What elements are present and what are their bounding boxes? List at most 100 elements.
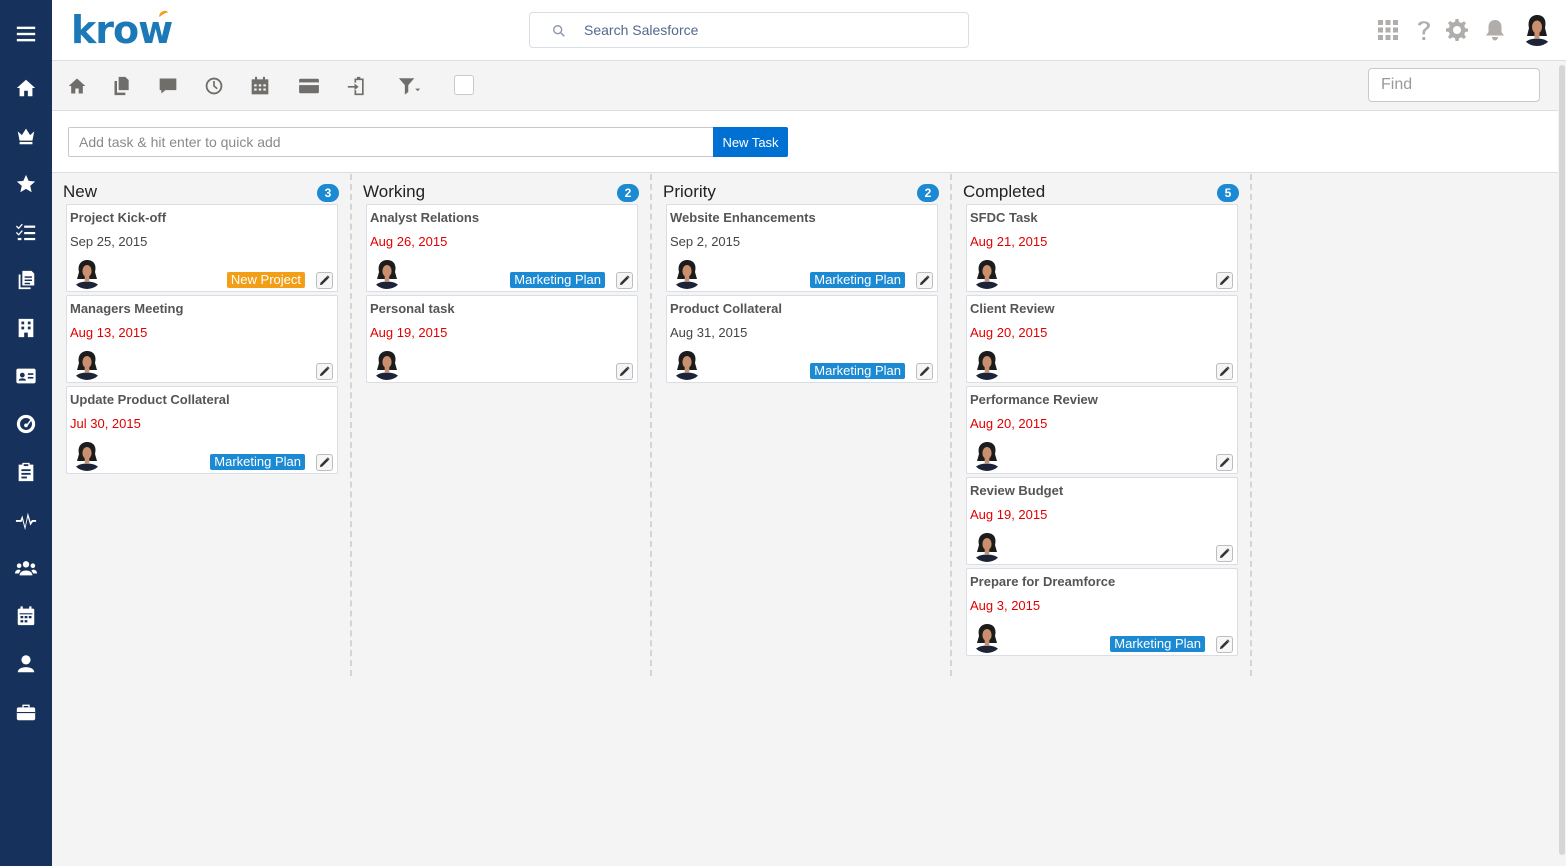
- project-tag[interactable]: Marketing Plan: [810, 363, 905, 379]
- task-title: Website Enhancements: [670, 210, 816, 225]
- clipboard-icon[interactable]: [0, 452, 52, 492]
- edit-pencil-icon[interactable]: [316, 272, 333, 289]
- quick-add-task-input[interactable]: [68, 127, 714, 157]
- task-due-date: Aug 13, 2015: [70, 325, 148, 340]
- project-tag[interactable]: Marketing Plan: [210, 454, 305, 470]
- menu-icon[interactable]: [0, 14, 52, 54]
- project-tag[interactable]: Marketing Plan: [810, 272, 905, 288]
- task-card[interactable]: Client Review Aug 20, 2015: [966, 295, 1238, 383]
- chat-icon[interactable]: [156, 75, 180, 97]
- task-card[interactable]: Project Kick-off Sep 25, 2015 New Projec…: [66, 204, 338, 292]
- building-icon[interactable]: [0, 308, 52, 348]
- assignee-avatar: [671, 348, 703, 380]
- column-title: New: [63, 182, 98, 201]
- assignee-avatar: [971, 257, 1003, 289]
- settings-gear-icon[interactable]: [1445, 18, 1469, 42]
- contact-card-icon[interactable]: [0, 356, 52, 396]
- column-working: Working 2 Analyst Relations Aug 26, 2015…: [352, 174, 652, 676]
- column-title: Priority: [663, 182, 716, 201]
- edit-pencil-icon[interactable]: [1216, 272, 1233, 289]
- help-icon[interactable]: [1412, 18, 1436, 42]
- documents-icon[interactable]: [0, 260, 52, 300]
- task-card[interactable]: Performance Review Aug 20, 2015: [966, 386, 1238, 474]
- edit-pencil-icon[interactable]: [1216, 363, 1233, 380]
- tasks-icon[interactable]: [0, 212, 52, 252]
- global-header: krow Search Salesforce: [52, 0, 1566, 61]
- task-card[interactable]: Personal task Aug 19, 2015: [366, 295, 638, 383]
- task-card[interactable]: Review Budget Aug 19, 2015: [966, 477, 1238, 565]
- new-task-button[interactable]: New Task: [713, 127, 788, 157]
- edit-pencil-icon[interactable]: [616, 272, 633, 289]
- global-search[interactable]: Search Salesforce: [529, 12, 969, 48]
- left-sidebar: [0, 0, 52, 866]
- task-title: Review Budget: [970, 483, 1064, 498]
- page-scrollbar[interactable]: [1558, 61, 1566, 866]
- task-title: SFDC Task: [970, 210, 1038, 225]
- pulse-icon[interactable]: [0, 500, 52, 540]
- task-due-date: Aug 20, 2015: [970, 325, 1048, 340]
- task-card[interactable]: Update Product Collateral Jul 30, 2015 M…: [66, 386, 338, 474]
- scrollbar-thumb[interactable]: [1559, 65, 1565, 855]
- task-card[interactable]: Analyst Relations Aug 26, 2015 Marketing…: [366, 204, 638, 292]
- assignee-avatar: [971, 439, 1003, 471]
- column-count-badge: 5: [1217, 184, 1239, 202]
- export-icon[interactable]: [345, 75, 369, 97]
- task-title: Performance Review: [970, 392, 1098, 407]
- edit-pencil-icon[interactable]: [916, 272, 933, 289]
- krow-logo: krow: [71, 8, 173, 52]
- project-tag[interactable]: Marketing Plan: [510, 272, 605, 288]
- project-tag[interactable]: Marketing Plan: [1110, 636, 1205, 652]
- assignee-avatar: [971, 621, 1003, 653]
- task-card[interactable]: SFDC Task Aug 21, 2015: [966, 204, 1238, 292]
- calendar-icon[interactable]: [248, 75, 272, 97]
- board-toolbar: [52, 61, 1558, 111]
- user-icon[interactable]: [0, 644, 52, 684]
- task-due-date: Aug 19, 2015: [370, 325, 448, 340]
- task-due-date: Sep 25, 2015: [70, 234, 148, 249]
- task-due-date: Aug 21, 2015: [970, 234, 1048, 249]
- select-all-checkbox[interactable]: [454, 75, 474, 95]
- dashboard-icon[interactable]: [0, 404, 52, 444]
- find-input[interactable]: [1368, 68, 1540, 102]
- task-card[interactable]: Website Enhancements Sep 2, 2015 Marketi…: [666, 204, 938, 292]
- calendar-icon[interactable]: [0, 596, 52, 636]
- search-icon: [553, 25, 565, 37]
- edit-pencil-icon[interactable]: [616, 363, 633, 380]
- filter-dropdown-icon[interactable]: [398, 75, 422, 97]
- project-tag[interactable]: New Project: [226, 272, 305, 288]
- clock-icon[interactable]: [202, 75, 226, 97]
- column-count-badge: 2: [617, 184, 639, 202]
- edit-pencil-icon[interactable]: [1216, 545, 1233, 562]
- app-launcher-icon[interactable]: [1376, 18, 1400, 42]
- assignee-avatar: [71, 257, 103, 289]
- task-card[interactable]: Product Collateral Aug 31, 2015 Marketin…: [666, 295, 938, 383]
- edit-pencil-icon[interactable]: [1216, 454, 1233, 471]
- assignee-avatar: [71, 348, 103, 380]
- edit-pencil-icon[interactable]: [916, 363, 933, 380]
- briefcase-icon[interactable]: [0, 692, 52, 732]
- copy-documents-icon[interactable]: [110, 75, 134, 97]
- task-title: Analyst Relations: [370, 210, 480, 225]
- column-completed: Completed 5 SFDC Task Aug 21, 2015 Clien…: [952, 174, 1252, 676]
- task-title: Product Collateral: [670, 301, 782, 316]
- edit-pencil-icon[interactable]: [316, 363, 333, 380]
- task-card[interactable]: Prepare for Dreamforce Aug 3, 2015 Marke…: [966, 568, 1238, 656]
- home-icon[interactable]: [65, 75, 89, 97]
- card-view-icon[interactable]: [297, 75, 321, 97]
- edit-pencil-icon[interactable]: [1216, 636, 1233, 653]
- user-avatar[interactable]: [1520, 12, 1554, 46]
- task-due-date: Sep 2, 2015: [670, 234, 741, 249]
- assignee-avatar: [671, 257, 703, 289]
- notifications-bell-icon[interactable]: [1483, 18, 1507, 42]
- task-card[interactable]: Managers Meeting Aug 13, 2015: [66, 295, 338, 383]
- home-icon[interactable]: [0, 68, 52, 108]
- task-due-date: Aug 19, 2015: [970, 507, 1048, 522]
- groups-icon[interactable]: [0, 548, 52, 588]
- task-due-date: Aug 20, 2015: [970, 416, 1048, 431]
- star-icon[interactable]: [0, 164, 52, 204]
- task-title: Prepare for Dreamforce: [970, 574, 1116, 589]
- crown-icon[interactable]: [0, 116, 52, 156]
- column-new: New 3 Project Kick-off Sep 25, 2015 New …: [52, 174, 352, 676]
- search-placeholder: Search Salesforce: [584, 22, 699, 38]
- edit-pencil-icon[interactable]: [316, 454, 333, 471]
